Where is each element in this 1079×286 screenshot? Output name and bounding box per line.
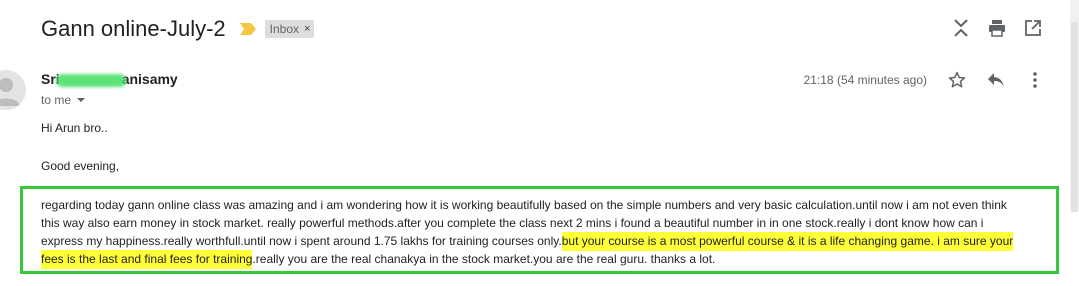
- expand-collapse-icon: [954, 19, 968, 37]
- reply-button[interactable]: [986, 70, 1006, 90]
- open-in-new-window-icon: [1025, 20, 1041, 36]
- chevron-down-icon: [77, 98, 86, 102]
- importance-marker-icon[interactable]: [239, 23, 256, 35]
- body-salutation: Good evening,: [41, 159, 120, 173]
- sender-name: Sri anisamy: [41, 71, 178, 87]
- more-vertical-icon: [1033, 72, 1037, 88]
- redaction-mark: [55, 73, 126, 87]
- email-subject: Gann online-July-2: [41, 16, 226, 41]
- inbox-label-text: Inbox: [269, 22, 300, 36]
- reply-icon: [988, 73, 1004, 87]
- message-actions: [947, 70, 1045, 90]
- thread-toolbar: [951, 18, 1043, 38]
- more-options-button[interactable]: [1025, 70, 1045, 90]
- avatar: [0, 70, 26, 110]
- inbox-label-chip: Inbox ×: [264, 20, 315, 38]
- print-icon: [989, 20, 1005, 37]
- print-button[interactable]: [987, 18, 1007, 38]
- body-greeting: Hi Arun bro..: [41, 121, 108, 135]
- scrollbar[interactable]: [1070, 0, 1079, 212]
- recipient-details-toggle[interactable]: to me: [41, 93, 86, 107]
- open-in-new-window-button[interactable]: [1023, 18, 1043, 38]
- body-paragraph: regarding today gann online class was am…: [41, 196, 1021, 269]
- message-timestamp: 21:18 (54 minutes ago): [803, 73, 927, 87]
- star-button[interactable]: [947, 70, 967, 90]
- sender-name-suffix: anisamy: [121, 71, 178, 87]
- person-icon: [0, 78, 20, 106]
- star-icon: [948, 71, 966, 88]
- body-text-part2: .really you are the real chanakya in the…: [252, 252, 716, 266]
- scrollbar-thumb[interactable]: [1071, 22, 1078, 212]
- recipient-label: to me: [41, 93, 72, 107]
- remove-label-button[interactable]: ×: [304, 23, 310, 35]
- expand-collapse-button[interactable]: [951, 18, 971, 38]
- subject-row: Gann online-July-2 Inbox ×: [41, 14, 315, 44]
